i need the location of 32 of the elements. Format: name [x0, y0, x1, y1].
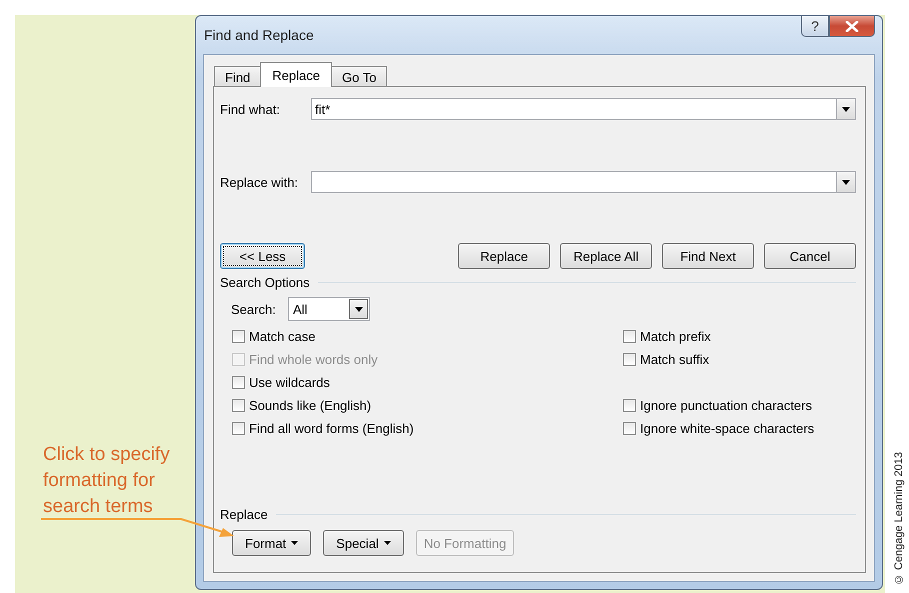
caret-icon: [384, 541, 391, 545]
checkbox-option[interactable]: Match prefix: [623, 325, 814, 348]
checkbox-option[interactable]: Sounds like (English): [232, 394, 623, 417]
dialog-button[interactable]: Special: [323, 530, 404, 556]
checkbox-option[interactable]: Match suffix: [623, 348, 814, 371]
caret-icon: [291, 541, 298, 545]
dialog-button[interactable]: Replace All: [560, 243, 652, 269]
tab[interactable]: Find: [214, 66, 262, 87]
dialog-button[interactable]: Format: [232, 530, 312, 556]
close-icon[interactable]: [845, 20, 859, 32]
section-heading: Replace: [220, 507, 268, 522]
dialog-button[interactable]: Cancel: [764, 243, 856, 269]
dialog-button[interactable]: Replace: [458, 243, 550, 269]
tab[interactable]: Replace: [260, 62, 332, 87]
dialog-button[interactable]: << Less: [220, 243, 306, 269]
search-label: Search:: [231, 302, 277, 316]
field-label: Replace with:: [220, 174, 300, 190]
close-button[interactable]: [829, 16, 875, 37]
dialog-button[interactable]: Find Next: [662, 243, 754, 269]
section-heading: Search Options: [220, 275, 310, 290]
checkbox-option[interactable]: Find all word forms (English): [232, 417, 623, 440]
copyright-credit: © Cengage Learning 2013: [892, 452, 906, 585]
checkbox-option[interactable]: Ignore punctuation characters: [623, 394, 814, 417]
checkbox-option[interactable]: Ignore white-space characters: [623, 417, 814, 440]
tab[interactable]: Go To: [331, 66, 388, 87]
search-dropdown[interactable]: All: [288, 297, 370, 321]
help-button[interactable]: ?: [801, 16, 829, 37]
checkbox-option[interactable]: Match case: [232, 325, 623, 348]
field-label: Find what:: [220, 102, 281, 116]
window-title: Find and Replace: [204, 27, 314, 43]
checkbox-option[interactable]: Use wildcards: [232, 371, 623, 394]
callout-text: Click to specify formatting for search terms: [43, 443, 171, 519]
